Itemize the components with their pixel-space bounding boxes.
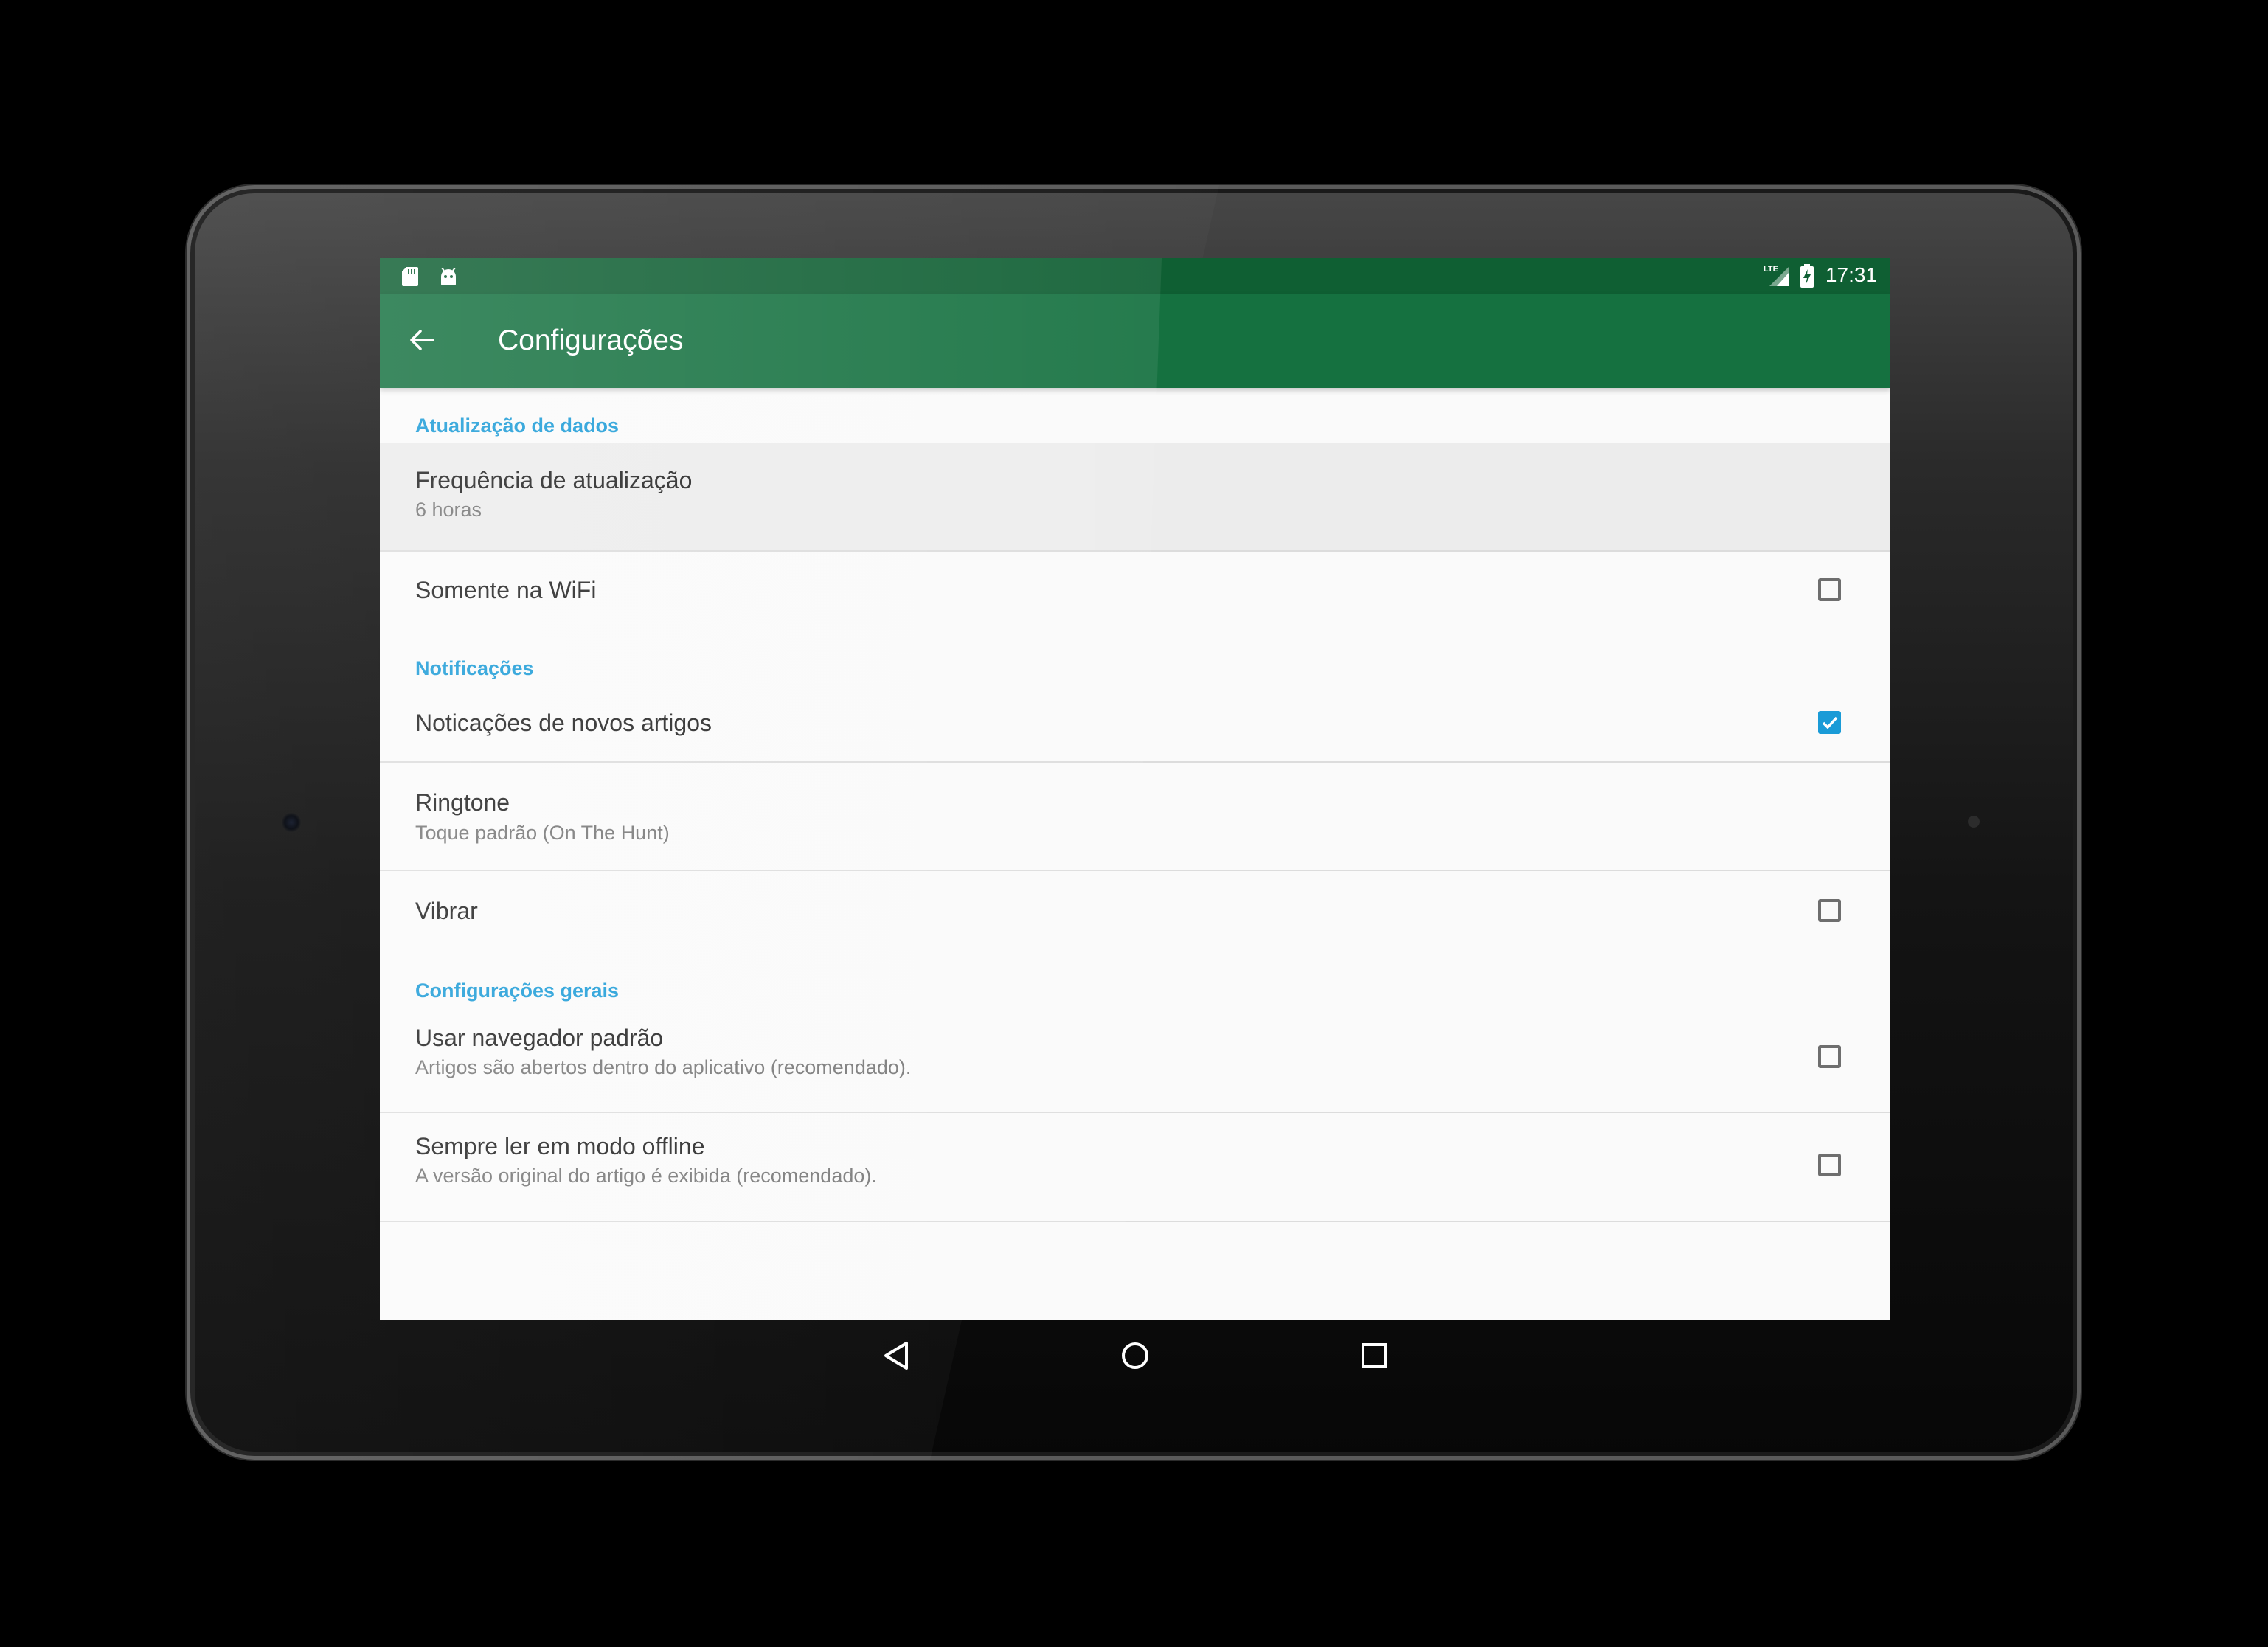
vibrate-checkbox[interactable] <box>1818 899 1841 922</box>
nav-home-button[interactable] <box>1113 1334 1157 1378</box>
pref-title: Vibrar <box>415 898 478 924</box>
checkmark-icon <box>1822 716 1838 729</box>
pref-update-frequency[interactable]: Frequência de atualização 6 horas <box>380 443 1890 552</box>
battery-charging-icon <box>1800 264 1814 291</box>
section-header-notifications: Notificações <box>415 657 534 679</box>
default-browser-checkbox[interactable] <box>1818 1045 1841 1068</box>
pref-summary: 6 horas <box>415 499 482 521</box>
android-icon <box>439 267 458 289</box>
recents-square-icon <box>1362 1343 1387 1368</box>
offline-mode-checkbox[interactable] <box>1818 1154 1841 1176</box>
front-camera <box>281 812 302 833</box>
section-header-general: Configurações gerais <box>415 979 620 1002</box>
notifications-checkbox[interactable] <box>1818 711 1841 734</box>
pref-summary: Artigos são abertos dentro do aplicativo… <box>415 1056 912 1078</box>
page-title: Configurações <box>498 325 684 356</box>
pref-vibrate[interactable]: Vibrar <box>380 871 1890 954</box>
nav-back-button[interactable] <box>874 1334 918 1378</box>
back-triangle-icon <box>884 1342 908 1370</box>
pref-summary: Toque padrão (On The Hunt) <box>415 822 670 844</box>
pref-title: Noticações de novos artigos <box>415 710 712 736</box>
pref-title: Usar navegador padrão <box>415 1024 664 1051</box>
divider <box>380 1221 1890 1222</box>
pref-default-browser[interactable]: Usar navegador padrão Artigos são aberto… <box>380 1005 1890 1112</box>
wifi-only-checkbox[interactable] <box>1818 578 1841 601</box>
light-sensor <box>1968 816 1980 828</box>
section-header-data-update: Atualização de dados <box>415 415 620 437</box>
status-bar: LTE 17:31 <box>380 258 1890 294</box>
device-screen: LTE 17:31 Configurações Atualização de d… <box>380 258 1890 1320</box>
pref-wifi-only[interactable]: Somente na WiFi <box>380 552 1890 631</box>
pref-offline-mode[interactable]: Sempre ler em modo offline A versão orig… <box>380 1113 1890 1221</box>
pref-ringtone[interactable]: Ringtone Toque padrão (On The Hunt) <box>380 763 1890 870</box>
nav-recents-button[interactable] <box>1352 1334 1396 1378</box>
pref-title: Frequência de atualização <box>415 467 693 493</box>
sd-card-icon <box>402 267 418 290</box>
pref-title: Sempre ler em modo offline <box>415 1133 705 1159</box>
home-circle-icon <box>1122 1342 1148 1369</box>
pref-new-article-notifications[interactable]: Noticações de novos artigos <box>380 684 1890 761</box>
lte-signal-icon: LTE <box>1764 264 1790 291</box>
status-time: 17:31 <box>1825 263 1877 286</box>
arrow-back-icon <box>410 330 434 350</box>
pref-title: Somente na WiFi <box>415 577 597 603</box>
pref-title: Ringtone <box>415 789 510 816</box>
navigation-bar <box>380 1320 1890 1391</box>
pref-summary: A versão original do artigo é exibida (r… <box>415 1165 877 1187</box>
svg-text:LTE: LTE <box>1764 265 1778 274</box>
back-button[interactable] <box>398 316 446 364</box>
